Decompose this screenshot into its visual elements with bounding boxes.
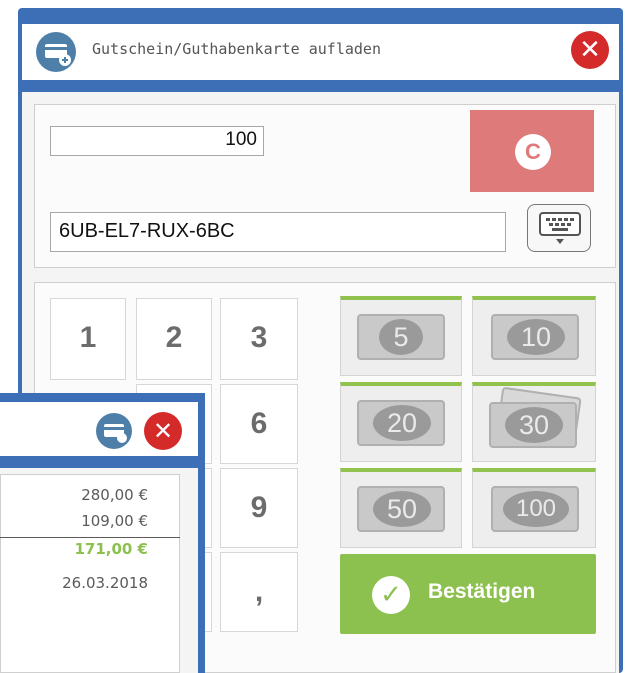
total-value: 280,00 € [81,486,148,504]
amount-field[interactable]: 100 [50,126,264,156]
check-circle-icon: ✓ [372,576,410,614]
key-2[interactable]: 2 [136,298,212,380]
key-comma[interactable]: , [220,552,298,632]
banknote-icon: 100 [491,486,579,532]
banknote-icon: 30 [489,402,577,448]
bill-10-button[interactable]: 10 [472,296,596,376]
paid-value: 109,00 € [81,512,148,530]
bill-50-button[interactable]: 50 [340,468,462,548]
banknote-icon: 5 [357,314,445,360]
keyboard-button[interactable] [527,204,591,252]
clear-icon: C [515,134,551,170]
date-value: 26.03.2018 [62,574,148,592]
close-icon[interactable]: ✕ [144,412,182,450]
divider [0,537,180,538]
confirm-label: Bestätigen [428,580,536,603]
key-1[interactable]: 1 [50,298,126,380]
bill-label: 100 [503,491,569,527]
bill-5-button[interactable]: 5 [340,296,462,376]
bill-label: 10 [507,319,565,355]
voucher-code-field[interactable]: 6UB-EL7-RUX-6BC [50,212,506,252]
close-icon[interactable]: ✕ [571,31,609,69]
key-6[interactable]: 6 [220,384,298,464]
banknote-icon: 20 [357,400,445,446]
balance-value: 171,00 € [74,540,148,558]
bill-label: 20 [373,405,431,441]
voucher-card-icon [36,32,76,72]
key-3[interactable]: 3 [220,298,298,380]
bill-label: 50 [373,491,431,527]
bill-20-button[interactable]: 20 [340,382,462,462]
bill-label: 30 [505,407,563,443]
keyboard-icon [539,212,581,244]
bill-30-button[interactable]: 30 [472,382,596,462]
voucher-card-icon [96,413,132,449]
key-9[interactable]: 9 [220,468,298,548]
banknote-icon: 10 [491,314,579,360]
dialog-title: Gutschein/Guthabenkarte aufladen [92,40,381,58]
bill-100-button[interactable]: 100 [472,468,596,548]
banknote-icon: 50 [357,486,445,532]
bill-label: 5 [379,319,423,355]
